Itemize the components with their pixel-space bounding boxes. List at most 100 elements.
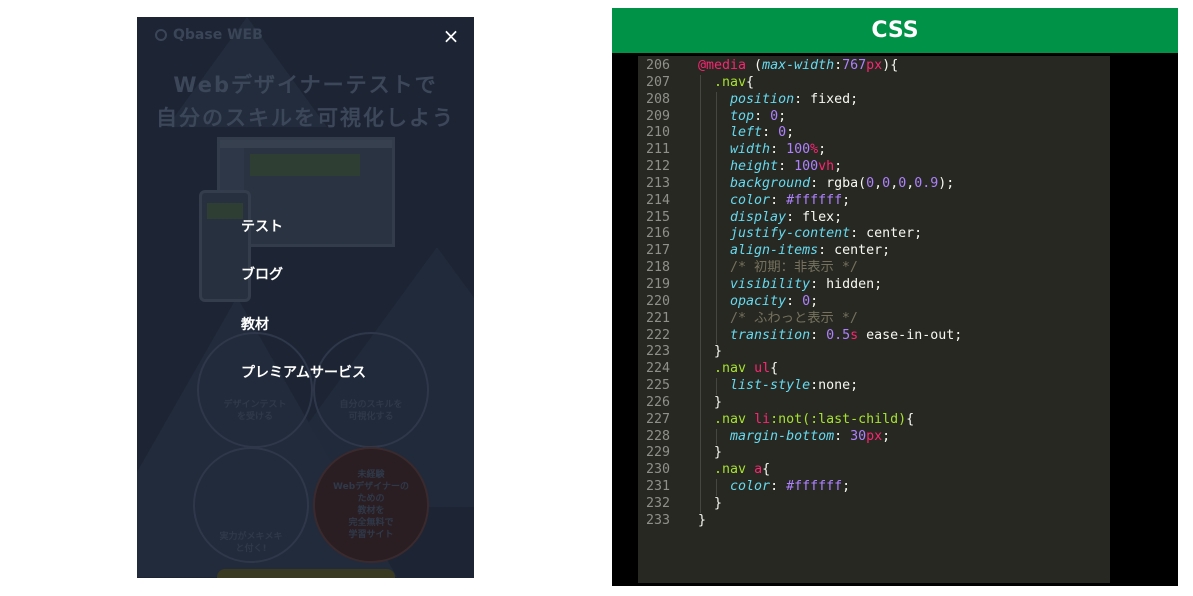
code-line: 209 top: 0;	[638, 108, 1110, 126]
code-text: display: flex;	[730, 209, 843, 225]
line-number: 206	[645, 58, 670, 73]
step-circle	[313, 332, 429, 448]
code-text: @media (max-width:767px){	[698, 58, 899, 73]
code-text: .nav a{	[714, 462, 771, 478]
code-text: left: 0;	[730, 125, 795, 141]
code-line: 214 color: #ffffff;	[638, 192, 1110, 210]
line-number: 211	[645, 142, 670, 158]
step-circle	[197, 332, 313, 448]
line-number: 208	[645, 91, 670, 107]
step-caption: 自分のスキルを 可視化する	[339, 400, 403, 422]
nav-item-blog: ブログ	[241, 264, 283, 284]
nav-item-test: テスト	[241, 216, 283, 236]
code-text: }	[698, 445, 723, 461]
code-text: .nav ul{	[714, 361, 779, 377]
line-number: 228	[645, 428, 670, 444]
nav-link-materials[interactable]: 教材	[241, 317, 269, 333]
code-line: 230 .nav a{	[638, 462, 1110, 480]
nav-link-premium[interactable]: プレミアムサービス	[241, 365, 366, 381]
code-line: 221 /* ふわっと表示 */	[638, 310, 1110, 328]
code-text: }	[698, 394, 723, 410]
code-line: 228 margin-bottom: 30px;	[638, 428, 1110, 446]
code-text: color: #ffffff;	[730, 479, 851, 495]
hero-heading: Webデザイナーテストで 自分のスキルを可視化しよう	[137, 69, 474, 135]
code-line: 213 background: rgba(0,0,0,0.9);	[638, 175, 1110, 193]
code-line: 219 visibility: hidden;	[638, 276, 1110, 294]
line-number: 209	[645, 108, 670, 124]
nav-link-test[interactable]: テスト	[241, 219, 283, 235]
code-panel-title: CSS	[612, 8, 1178, 53]
code-text: margin-bottom: 30px;	[730, 428, 891, 444]
line-number: 229	[645, 445, 670, 461]
code-text: /* 初期：非表示 */	[730, 260, 858, 276]
code-text: background: rgba(0,0,0,0.9);	[730, 175, 955, 191]
code-text: align-items: center;	[730, 243, 891, 259]
hero-line: 自分のスキルを可視化しよう	[156, 106, 455, 130]
code-text: /* ふわっと表示 */	[730, 310, 858, 326]
code-text: width: 100%;	[730, 142, 827, 158]
code-line: 222 transition: 0.5s ease-in-out;	[638, 327, 1110, 345]
code-line: 229 }	[638, 445, 1110, 463]
line-number: 225	[645, 378, 670, 394]
code-editor: 206 @media (max-width:767px){207 .nav{208…	[638, 56, 1110, 583]
code-text: }	[698, 512, 707, 528]
line-number: 219	[645, 276, 670, 292]
code-text: .nav{	[714, 74, 755, 90]
step-caption: 実力がメキメキ と付く!	[219, 532, 283, 554]
line-number: 232	[645, 495, 670, 511]
code-line: 215 display: flex;	[638, 209, 1110, 227]
line-number: 215	[645, 209, 670, 225]
code-text: }	[698, 495, 723, 511]
code-line: 227 .nav li:not(:last-child){	[638, 411, 1110, 429]
code-line: 207 .nav{	[638, 74, 1110, 92]
line-number: 231	[645, 479, 670, 495]
line-number: 216	[645, 226, 670, 242]
code-line: 212 height: 100vh;	[638, 159, 1110, 176]
code-line: 225 list-style:none;	[638, 378, 1110, 395]
code-text: .nav li:not(:last-child){	[714, 411, 915, 427]
line-number: 214	[645, 192, 670, 208]
line-number: 226	[645, 394, 670, 410]
line-number: 213	[645, 175, 670, 191]
code-line: 232 }	[638, 495, 1110, 513]
nav-item-materials: 教材	[241, 314, 269, 334]
code-line: 206 @media (max-width:767px){	[638, 58, 1110, 75]
code-text: position: fixed;	[730, 91, 859, 107]
code-text: }	[698, 344, 723, 360]
code-line: 231 color: #ffffff;	[638, 479, 1110, 496]
code-line: 226 }	[638, 394, 1110, 412]
cta-button-partial	[217, 569, 395, 578]
line-number: 220	[645, 293, 670, 309]
code-line: 224 .nav ul{	[638, 361, 1110, 379]
step-caption: 未経験 Webデザイナーの ための 教材を 完全無料で 学習サイト	[333, 470, 409, 540]
code-line: 216 justify-content: center;	[638, 226, 1110, 244]
logo-text: Qbase WEB	[173, 27, 263, 43]
hero-line: Webデザイナーテストで	[173, 73, 438, 97]
line-number: 221	[645, 310, 670, 326]
code-line: 217 align-items: center;	[638, 243, 1110, 261]
line-number: 224	[645, 361, 670, 377]
close-icon[interactable]: ×	[440, 25, 462, 47]
code-line: 223 }	[638, 344, 1110, 362]
line-number: 223	[645, 344, 670, 360]
code-text: justify-content: center;	[730, 226, 923, 242]
line-number: 207	[645, 74, 670, 90]
code-line: 210 left: 0;	[638, 125, 1110, 143]
mobile-preview: Qbase WEB Webデザイナーテストで 自分のスキルを可視化しよう デザイ…	[137, 17, 474, 578]
css-code-panel: CSS 206 @media (max-width:767px){207 .nav…	[612, 8, 1178, 586]
phone-mockup-image	[199, 190, 251, 302]
code-text: color: #ffffff;	[730, 192, 851, 208]
code-text: top: 0;	[730, 108, 787, 124]
code-line: 208 position: fixed;	[638, 91, 1110, 109]
line-number: 230	[645, 462, 670, 478]
logo-mark-icon	[155, 29, 167, 41]
code-text: visibility: hidden;	[730, 276, 883, 292]
code-text: list-style:none;	[730, 378, 859, 394]
line-number: 210	[645, 125, 670, 141]
site-logo: Qbase WEB	[155, 27, 263, 43]
line-number: 222	[645, 327, 670, 343]
code-line: 218 /* 初期：非表示 */	[638, 260, 1110, 277]
nav-link-blog[interactable]: ブログ	[241, 267, 283, 283]
code-text: height: 100vh;	[730, 159, 843, 175]
code-line: 211 width: 100%;	[638, 142, 1110, 160]
